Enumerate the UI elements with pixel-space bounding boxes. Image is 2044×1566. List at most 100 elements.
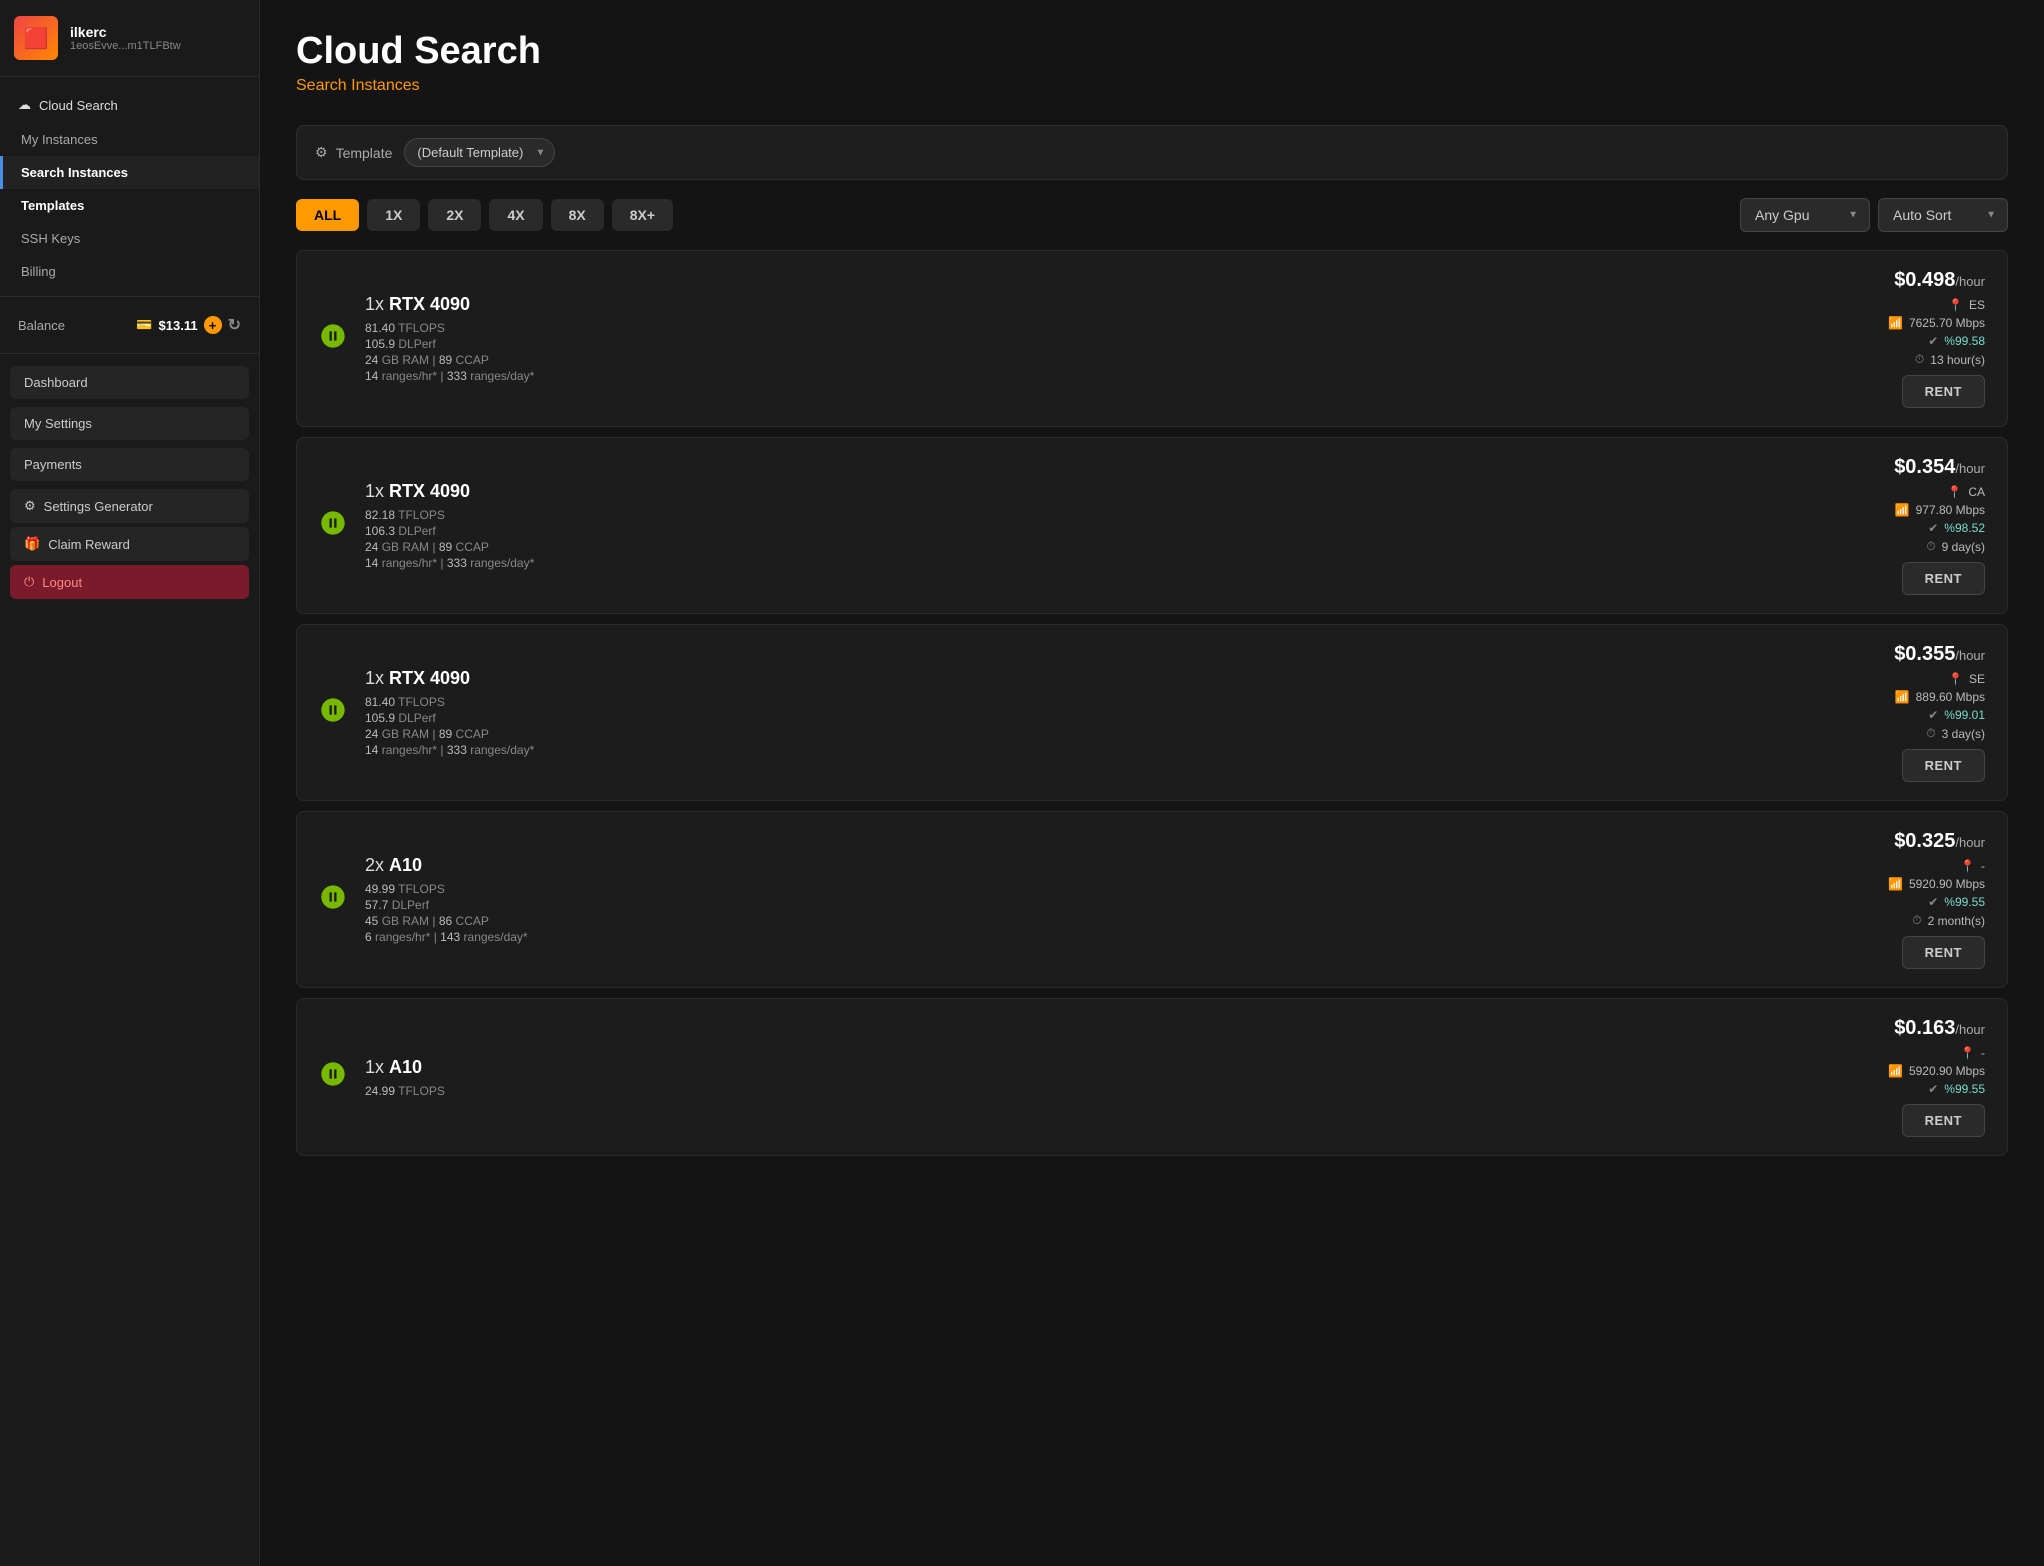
mult-all-button[interactable]: ALL xyxy=(296,199,359,231)
card-specs: 49.99 TFLOPS 57.7 DLPerf 45 GB RAM | 86 … xyxy=(365,882,1769,944)
card-right: $0.354/hour 📍 CA 📶 977.80 Mbps ✔ %98.52 xyxy=(1785,456,1985,595)
price-unit: /hour xyxy=(1955,648,1985,663)
rent-button[interactable]: RENT xyxy=(1902,375,1985,408)
duration-val: 2 month(s) xyxy=(1928,914,1985,928)
card-title: 1x RTX 4090 xyxy=(365,481,1769,502)
sidebar: 🟥 ilkerc 1eosEvve...m1TLFBtw ☁ Cloud Sea… xyxy=(0,0,260,1566)
template-filter-bar: ⚙ Template (Default Template) xyxy=(296,125,2008,180)
mult-2x-button[interactable]: 2X xyxy=(428,199,481,231)
location-val: - xyxy=(1981,859,1985,873)
gpu-count: 1x xyxy=(365,294,389,314)
refresh-button[interactable]: ↻ xyxy=(228,315,241,335)
check-icon: ✔ xyxy=(1928,895,1938,909)
template-select-wrapper[interactable]: (Default Template) xyxy=(404,138,555,167)
price: $0.498/hour xyxy=(1894,269,1985,292)
card-meta: 📍 - 📶 5920.90 Mbps ✔ %99.55 ⏱ 2 month(s) xyxy=(1888,859,1985,928)
ram-ccap-spec: 45 GB RAM | 86 CCAP xyxy=(365,914,1769,928)
card-right: $0.355/hour 📍 SE 📶 889.60 Mbps ✔ %99.01 xyxy=(1785,643,1985,782)
sidebar-item-templates[interactable]: Templates xyxy=(0,189,259,222)
gpu-count: 1x xyxy=(365,481,389,501)
location-icon: 📍 xyxy=(1948,298,1963,312)
reliability-val: %99.55 xyxy=(1944,1082,1985,1096)
ram-ccap-spec: 24 GB RAM | 89 CCAP xyxy=(365,540,1769,554)
logout-button[interactable]: ⏻ Logout xyxy=(10,565,249,599)
sidebar-item-search-instances[interactable]: Search Instances xyxy=(0,156,259,189)
duration-val: 9 day(s) xyxy=(1942,540,1985,554)
dlperf-spec: 105.9 DLPerf xyxy=(365,711,1769,725)
mult-8xplus-button[interactable]: 8X+ xyxy=(612,199,673,231)
sidebar-cloud-search-header[interactable]: ☁ Cloud Search xyxy=(0,87,259,123)
card-meta: 📍 SE 📶 889.60 Mbps ✔ %99.01 ⏱ 3 day(s) xyxy=(1895,672,1985,741)
check-icon: ✔ xyxy=(1928,708,1938,722)
ram-ccap-spec: 24 GB RAM | 89 CCAP xyxy=(365,353,1769,367)
balance-add-button[interactable]: + xyxy=(204,316,222,334)
card-info-block: $0.498/hour 📍 ES 📶 7625.70 Mbps ✔ %99.58 xyxy=(1888,269,1985,408)
avatar: 🟥 xyxy=(14,16,58,60)
card-info-block: $0.354/hour 📍 CA 📶 977.80 Mbps ✔ %98.52 xyxy=(1894,456,1985,595)
rent-button[interactable]: RENT xyxy=(1902,562,1985,595)
reliability-row: ✔ %99.58 xyxy=(1928,334,1985,348)
sidebar-item-ssh-keys[interactable]: SSH Keys xyxy=(0,222,259,255)
balance-amount: $13.11 xyxy=(159,318,198,333)
gpu-count: 2x xyxy=(365,855,389,875)
bandwidth-row: 📶 5920.90 Mbps xyxy=(1888,1064,1985,1078)
check-icon: ✔ xyxy=(1928,334,1938,348)
settings-generator-button[interactable]: ⚙ Settings Generator xyxy=(10,489,249,523)
tflops-spec: 49.99 TFLOPS xyxy=(365,882,1769,896)
mult-4x-button[interactable]: 4X xyxy=(489,199,542,231)
location-row: 📍 - xyxy=(1960,859,1985,873)
location-row: 📍 ES xyxy=(1948,298,1985,312)
bandwidth-val: 5920.90 Mbps xyxy=(1909,877,1985,891)
clock-icon: ⏱ xyxy=(1915,352,1924,367)
reliability-val: %99.01 xyxy=(1944,708,1985,722)
wifi-icon: 📶 xyxy=(1895,690,1910,704)
claim-reward-button[interactable]: 🎁 Claim Reward xyxy=(10,527,249,561)
payments-button[interactable]: Payments xyxy=(10,448,249,481)
card-meta: 📍 - 📶 5920.90 Mbps ✔ %99.55 xyxy=(1888,1046,1985,1096)
price: $0.325/hour xyxy=(1894,830,1985,853)
my-settings-button[interactable]: My Settings xyxy=(10,407,249,440)
dashboard-button[interactable]: Dashboard xyxy=(10,366,249,399)
rent-button[interactable]: RENT xyxy=(1902,1104,1985,1137)
duration-row: ⏱ 2 month(s) xyxy=(1912,913,1985,928)
card-right: $0.498/hour 📍 ES 📶 7625.70 Mbps ✔ %99.58 xyxy=(1785,269,1985,408)
rent-button[interactable]: RENT xyxy=(1902,936,1985,969)
wifi-icon: 📶 xyxy=(1888,316,1903,330)
ranges-spec: 14 ranges/hr* | 333 ranges/day* xyxy=(365,556,1769,570)
instance-list: 1x RTX 4090 81.40 TFLOPS 105.9 DLPerf 24… xyxy=(296,250,2008,1156)
sidebar-item-billing[interactable]: Billing xyxy=(0,255,259,288)
card-title: 2x A10 xyxy=(365,855,1769,876)
gpu-filter-select[interactable]: Any Gpu RTX 4090 A10 A100 H100 xyxy=(1740,198,1870,232)
cloud-icon: ☁ xyxy=(18,97,31,113)
duration-val: 13 hour(s) xyxy=(1930,353,1985,367)
duration-row: ⏱ 9 day(s) xyxy=(1926,539,1985,554)
gpu-filter-wrapper[interactable]: Any Gpu RTX 4090 A10 A100 H100 xyxy=(1740,198,1870,232)
mult-8x-button[interactable]: 8X xyxy=(551,199,604,231)
price: $0.355/hour xyxy=(1894,643,1985,666)
sort-filter-select[interactable]: Auto Sort Price Asc Price Desc Reliabili… xyxy=(1878,198,2008,232)
instance-card: 1x RTX 4090 82.18 TFLOPS 106.3 DLPerf 24… xyxy=(296,437,2008,614)
nvidia-icon xyxy=(319,322,349,356)
gear-icon: ⚙ xyxy=(24,498,36,514)
location-icon: 📍 xyxy=(1948,672,1963,686)
rent-button[interactable]: RENT xyxy=(1902,749,1985,782)
sort-filter-wrapper[interactable]: Auto Sort Price Asc Price Desc Reliabili… xyxy=(1878,198,2008,232)
duration-val: 3 day(s) xyxy=(1942,727,1985,741)
card-right: $0.325/hour 📍 - 📶 5920.90 Mbps ✔ %99.55 xyxy=(1785,830,1985,969)
divider-1 xyxy=(0,296,259,297)
dlperf-spec: 105.9 DLPerf xyxy=(365,337,1769,351)
clock-icon: ⏱ xyxy=(1912,913,1921,928)
card-meta: 📍 CA 📶 977.80 Mbps ✔ %98.52 ⏱ 9 day(s) xyxy=(1895,485,1985,554)
mult-1x-button[interactable]: 1X xyxy=(367,199,420,231)
nvidia-icon xyxy=(319,883,349,917)
template-select[interactable]: (Default Template) xyxy=(404,138,555,167)
sidebar-item-my-instances[interactable]: My Instances xyxy=(0,123,259,156)
card-info-block: $0.325/hour 📍 - 📶 5920.90 Mbps ✔ %99.55 xyxy=(1888,830,1985,969)
gpu-count: 1x xyxy=(365,1057,389,1077)
check-icon: ✔ xyxy=(1928,521,1938,535)
bandwidth-row: 📶 889.60 Mbps xyxy=(1895,690,1985,704)
template-gear-icon: ⚙ Template xyxy=(315,144,392,161)
gift-icon: 🎁 xyxy=(24,536,40,552)
reliability-row: ✔ %99.01 xyxy=(1928,708,1985,722)
user-address: 1eosEvve...m1TLFBtw xyxy=(70,40,181,52)
